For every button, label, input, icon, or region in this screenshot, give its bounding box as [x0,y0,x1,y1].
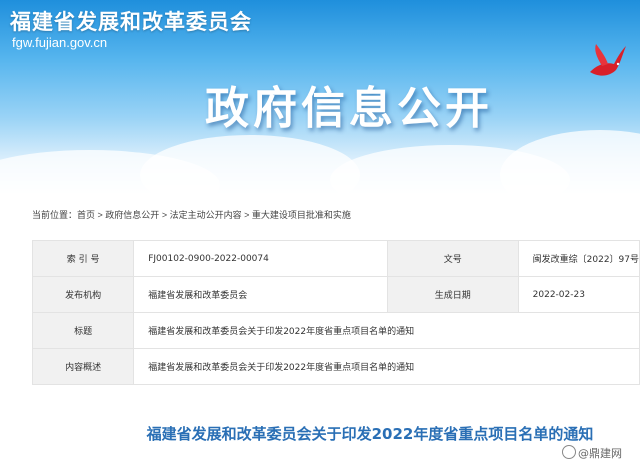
date-label: 生成日期 [386,276,519,313]
watermark-text: @鼎建网 [578,447,622,460]
breadcrumb-separator: > [241,210,252,220]
title-label: 标题 [31,312,135,349]
document-number-label: 文号 [386,240,519,277]
cloud-decoration [500,130,640,196]
breadcrumb-major-projects[interactable]: 重大建设项目批准和实施 [252,210,351,220]
breadcrumb-separator: > [95,210,106,220]
index-number-label: 索 引 号 [31,240,135,277]
watermark-logo-icon [562,445,576,459]
header-banner: 福建省发展和改革委员会 fgw.fujian.gov.cn 政府信息公开 [0,0,640,196]
table-row: 索 引 号 FJ00102-0900-2022-00074 文号 闽发改重综〔2… [31,240,640,277]
breadcrumb-prefix: 当前位置： [32,210,78,220]
title-value: 福建省发展和改革委员会关于印发2022年度省重点项目名单的通知 [133,312,640,349]
breadcrumb-legal-content[interactable]: 法定主动公开内容 [170,210,242,220]
document-info-table: 索 引 号 FJ00102-0900-2022-00074 文号 闽发改重综〔2… [31,240,640,385]
document-number-value: 闽发改重综〔2022〕97号 [517,240,640,277]
breadcrumb-home[interactable]: 首页 [77,210,95,220]
publisher-label: 发布机构 [31,276,135,313]
table-row: 标题 福建省发展和改革委员会关于印发2022年度省重点项目名单的通知 [31,312,640,349]
index-number-value: FJ00102-0900-2022-00074 [133,240,388,277]
summary-label: 内容概述 [31,348,135,385]
cloud-decoration [140,135,360,196]
document-title: 福建省发展和改革委员会关于印发2022年度省重点项目名单的通知 [146,425,594,443]
publisher-value: 福建省发展和改革委员会 [133,276,388,313]
table-row: 内容概述 福建省发展和改革委员会关于印发2022年度省重点项目名单的通知 [31,348,640,385]
table-row: 发布机构 福建省发展和改革委员会 生成日期 2022-02-23 [31,276,640,313]
site-url: fgw.fujian.gov.cn [12,35,108,50]
date-value: 2022-02-23 [517,276,640,313]
watermark: @鼎建网 [560,444,626,464]
site-org-name[interactable]: 福建省发展和改革委员会 [10,6,252,36]
section-heading: 政府信息公开 [205,83,493,134]
summary-value: 福建省发展和改革委员会关于印发2022年度省重点项目名单的通知 [133,348,640,385]
red-bird-logo-icon [590,44,626,76]
breadcrumb-separator: > [159,210,170,220]
breadcrumb: 当前位置：首页 > 政府信息公开 > 法定主动公开内容 > 重大建设项目批准和实… [32,207,351,223]
breadcrumb-gov-info[interactable]: 政府信息公开 [105,210,159,220]
